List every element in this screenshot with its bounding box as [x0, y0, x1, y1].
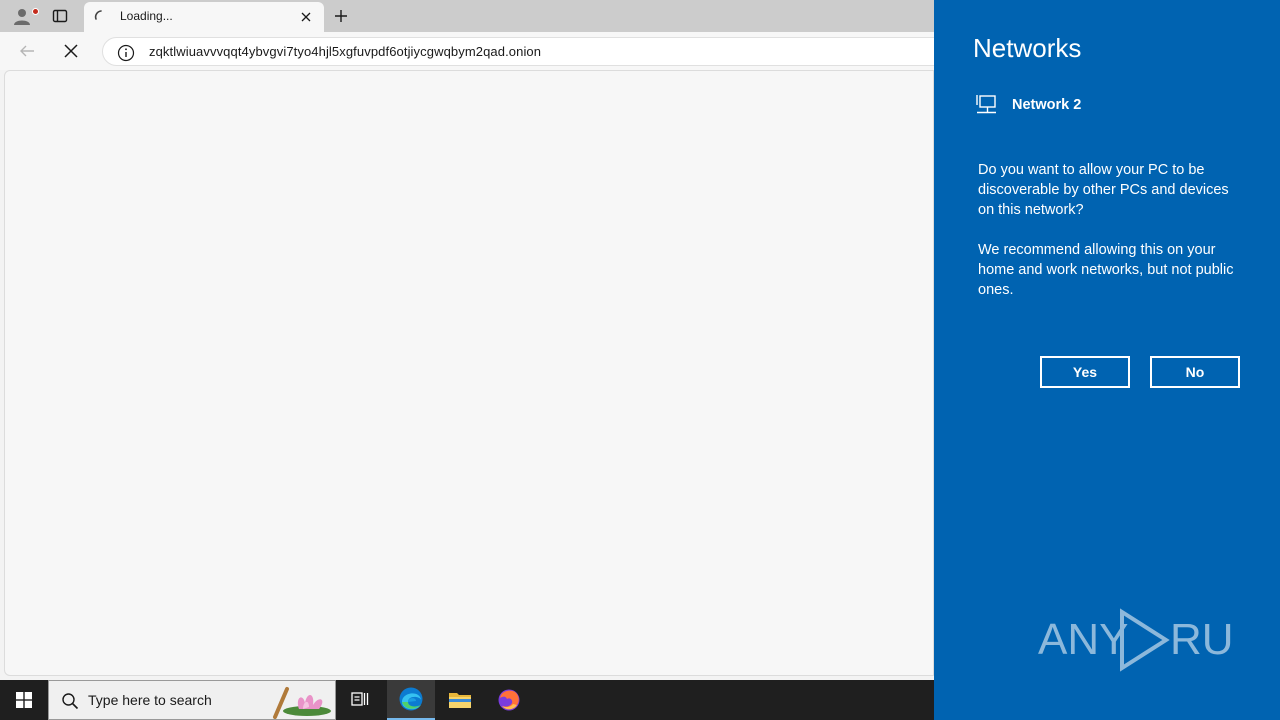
- network-name[interactable]: Network 2: [1012, 97, 1081, 113]
- search-highlight-art-icon: [273, 687, 331, 719]
- browser-toolbar: zqktlwiuavvvqqt4ybvgvi7tyo4hjl5xgfuvpdf6…: [0, 32, 952, 70]
- taskbar-file-explorer-button[interactable]: [436, 680, 484, 720]
- tab-strip: Loading...: [0, 0, 934, 32]
- plus-icon: [335, 10, 347, 22]
- task-view-button[interactable]: [336, 680, 384, 720]
- ethernet-network-icon: [976, 95, 996, 114]
- networks-flyout: Networks Network 2 Do you want to allow …: [934, 0, 1280, 720]
- back-arrow-icon: [20, 45, 34, 57]
- search-placeholder: Type here to search: [88, 692, 212, 708]
- no-button[interactable]: No: [1150, 356, 1240, 388]
- url-text[interactable]: zqktlwiuavvvqqt4ybvgvi7tyo4hjl5xgfuvpdf6…: [149, 44, 541, 59]
- discoverable-recommendation: We recommend allowing this on your home …: [978, 242, 1234, 298]
- search-icon: [62, 693, 79, 710]
- task-view-icon: [351, 692, 369, 706]
- firefox-icon: [498, 689, 520, 711]
- profile-icon: [14, 9, 30, 25]
- close-icon: [301, 12, 311, 22]
- new-tab-button[interactable]: [330, 4, 352, 28]
- edge-icon: [399, 687, 423, 711]
- taskbar-edge-button[interactable]: [387, 680, 435, 720]
- profile-button[interactable]: [6, 3, 39, 29]
- anyrun-watermark-logo: ANY RUN: [1038, 608, 1234, 672]
- flyout-title: Networks: [973, 33, 1082, 63]
- stop-loading-button[interactable]: [58, 39, 84, 63]
- taskbar: Type here to search: [0, 680, 934, 720]
- taskbar-search-box[interactable]: Type here to search: [48, 680, 336, 720]
- page-viewport: [4, 70, 934, 676]
- taskbar-firefox-button[interactable]: [485, 680, 533, 720]
- windows-logo-icon: [16, 692, 32, 708]
- info-icon[interactable]: [117, 44, 135, 62]
- discoverable-question: Do you want to allow your PC to be disco…: [978, 162, 1229, 218]
- tab-title: Loading...: [120, 9, 173, 23]
- yes-button[interactable]: Yes: [1040, 356, 1130, 388]
- back-button[interactable]: [14, 39, 40, 63]
- folder-icon: [449, 693, 471, 708]
- close-icon: [64, 44, 78, 58]
- address-bar[interactable]: zqktlwiuavvvqqt4ybvgvi7tyo4hjl5xgfuvpdf6…: [102, 37, 952, 66]
- start-button[interactable]: [0, 680, 48, 720]
- svg-text:RUN: RUN: [1170, 615, 1234, 664]
- loading-spinner-icon: [94, 10, 102, 20]
- svg-text:ANY: ANY: [1038, 615, 1128, 664]
- tab-actions-icon: [52, 9, 68, 23]
- tab-actions-button[interactable]: [46, 4, 74, 28]
- profile-alert-dot: [32, 8, 39, 15]
- browser-tab[interactable]: Loading...: [84, 2, 324, 32]
- tab-close-button[interactable]: [298, 9, 314, 25]
